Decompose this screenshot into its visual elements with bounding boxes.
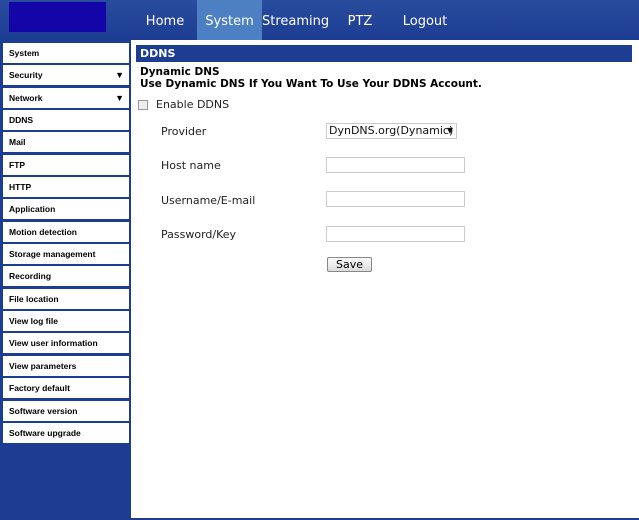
sidebar-item-http[interactable]: HTTP: [3, 177, 129, 198]
sidebar-item-ddns[interactable]: DDNS: [3, 110, 129, 131]
sidebar-item-application[interactable]: Application: [3, 199, 129, 220]
chevron-down-icon[interactable]: ▼: [115, 88, 124, 108]
password-input[interactable]: [326, 226, 465, 242]
sidebar-item-label: Storage management: [9, 249, 96, 260]
provider-label: Provider: [161, 125, 207, 138]
chevron-down-icon[interactable]: ▼: [115, 65, 124, 85]
sidebar-item-view-user-information[interactable]: View user information: [3, 333, 129, 354]
sidebar: System Security ▼ Network ▼ DDNS Mail FTP HTTP Ap…: [3, 43, 129, 445]
sidebar-item-label: Security: [9, 70, 43, 81]
sidebar-item-label: HTTP: [9, 182, 32, 193]
sidebar-item-system[interactable]: System: [3, 43, 129, 63]
top-bar: Home System Streaming PTZ Logout: [0, 0, 639, 40]
sidebar-item-ftp[interactable]: FTP: [3, 154, 129, 175]
sidebar-item-label: Application: [9, 204, 56, 215]
provider-select[interactable]: DynDNS.org(Dynamic) ▼: [326, 123, 457, 139]
sidebar-item-label: DDNS: [9, 115, 34, 126]
sidebar-item-label: Factory default: [9, 383, 70, 394]
nav-home[interactable]: Home: [133, 0, 197, 40]
sidebar-item-motion-detection[interactable]: Motion detection: [3, 221, 129, 242]
enable-ddns-checkbox[interactable]: Enable DDNS: [138, 98, 229, 111]
host-name-label: Host name: [161, 159, 221, 172]
sidebar-item-label: Recording: [9, 271, 52, 282]
sidebar-item-recording[interactable]: Recording: [3, 266, 129, 287]
sidebar-item-label: Software upgrade: [9, 427, 81, 438]
section-description: Use Dynamic DNS If You Want To Use Your …: [140, 78, 482, 90]
nav-streaming[interactable]: Streaming: [262, 0, 329, 40]
sidebar-item-view-parameters[interactable]: View parameters: [3, 355, 129, 376]
sidebar-item-label: System: [9, 48, 40, 58]
sidebar-item-network[interactable]: Network ▼: [3, 87, 129, 108]
host-name-input[interactable]: [326, 157, 465, 173]
main-nav: Home System Streaming PTZ Logout: [133, 0, 459, 40]
chevron-down-icon: ▼: [446, 126, 453, 135]
sidebar-item-software-version[interactable]: Software version: [3, 400, 129, 421]
sidebar-item-file-location[interactable]: File location: [3, 288, 129, 309]
sidebar-item-label: File location: [9, 293, 59, 304]
sidebar-item-view-log-file[interactable]: View log file: [3, 311, 129, 332]
sidebar-item-label: Motion detection: [9, 226, 77, 237]
nav-ptz[interactable]: PTZ: [329, 0, 391, 40]
password-label: Password/Key: [161, 228, 237, 241]
main-panel: DDNS Dynamic DNS Use Dynamic DNS If You …: [131, 40, 639, 518]
sidebar-item-security[interactable]: Security ▼: [3, 65, 129, 86]
save-button[interactable]: Save: [327, 257, 372, 272]
sidebar-item-label: Mail: [9, 137, 26, 148]
checkbox-icon[interactable]: [138, 99, 148, 110]
sidebar-item-factory-default[interactable]: Factory default: [3, 378, 129, 399]
nav-logout[interactable]: Logout: [391, 0, 459, 40]
sidebar-item-mail[interactable]: Mail: [3, 132, 129, 153]
username-input[interactable]: [326, 191, 465, 207]
sidebar-item-storage-management[interactable]: Storage management: [3, 244, 129, 265]
sidebar-item-label: Software version: [9, 405, 78, 416]
username-label: Username/E-mail: [161, 194, 256, 207]
nav-system[interactable]: System: [197, 0, 262, 40]
sidebar-item-label: View log file: [9, 316, 58, 327]
sidebar-item-label: Network: [9, 92, 43, 103]
enable-ddns-label: Enable DDNS: [156, 98, 230, 111]
sidebar-item-label: FTP: [9, 159, 26, 170]
sidebar-item-software-upgrade[interactable]: Software upgrade: [3, 422, 129, 443]
sidebar-item-label: View user information: [9, 338, 98, 349]
logo: [9, 2, 106, 32]
sidebar-item-label: View parameters: [9, 360, 77, 371]
provider-value: DynDNS.org(Dynamic): [329, 124, 454, 137]
section-heading: Dynamic DNS: [140, 66, 220, 78]
panel-title: DDNS: [136, 45, 632, 62]
